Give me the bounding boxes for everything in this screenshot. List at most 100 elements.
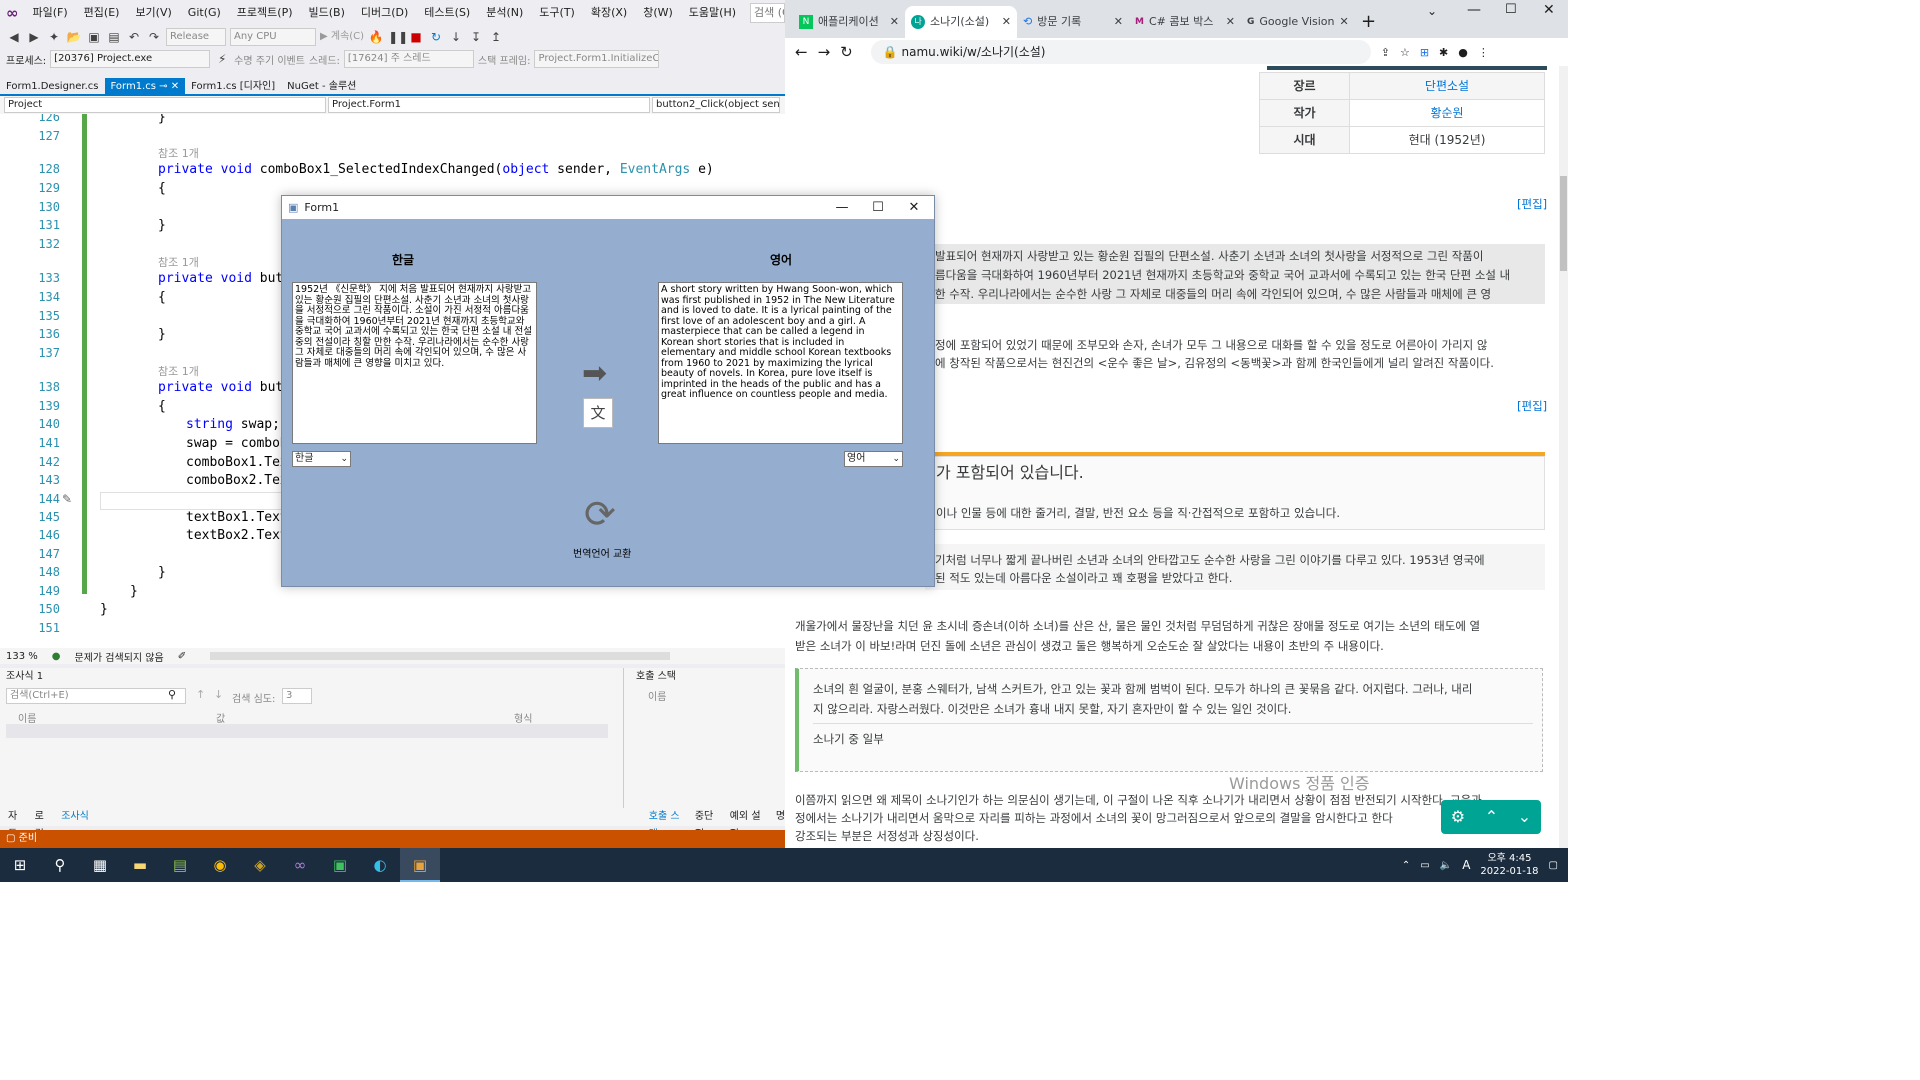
form1-app-icon[interactable]: ▣ <box>400 848 440 882</box>
search-depth-combo[interactable]: 3 <box>282 688 312 704</box>
browser-tab-active[interactable]: 나 소나기(소설) ✕ <box>905 6 1017 38</box>
tab-breakpoints[interactable]: 중단점 <box>695 808 720 840</box>
close-window-icon[interactable]: ✕ <box>1543 2 1555 18</box>
maximize-icon[interactable]: ☐ <box>860 196 896 219</box>
ime-indicator[interactable]: A <box>1462 858 1470 872</box>
open-folder-icon[interactable]: 📂 <box>66 29 82 45</box>
menu-file[interactable]: 파일(F) <box>25 0 76 26</box>
close-tab-icon[interactable]: ✕ <box>1114 6 1123 38</box>
forward-icon[interactable]: ▶ <box>26 29 42 45</box>
scrollbar-thumb[interactable] <box>1560 176 1567 271</box>
minimize-icon[interactable]: — <box>1467 2 1481 18</box>
close-tab-icon[interactable]: ✕ <box>1340 6 1349 38</box>
scroll-bottom-icon[interactable]: ⌄ <box>1518 807 1531 827</box>
new-tab-icon[interactable]: + <box>1353 6 1384 38</box>
menu-project[interactable]: 프로젝트(P) <box>229 0 301 26</box>
close-icon[interactable]: ✕ <box>896 196 932 219</box>
step-out-icon[interactable]: ↥ <box>488 29 504 45</box>
pin-icon[interactable]: ⊸ <box>159 81 167 92</box>
tab-exception-settings[interactable]: 예외 설정 <box>730 808 766 840</box>
col-type-header[interactable]: 형식 <box>514 710 532 725</box>
codelens-references[interactable]: 참조 1개 <box>158 254 199 270</box>
browser-tab[interactable]: G Google Vision ✕ <box>1241 6 1353 38</box>
continue-button[interactable]: ▶ 계속(C) <box>320 29 364 45</box>
vs-search-box[interactable]: 검색 (Ctrl+Q) <box>750 3 785 23</box>
lifecycle-label[interactable]: 수명 주기 이벤트 <box>234 52 305 67</box>
menu-help[interactable]: 도움말(H) <box>681 0 744 26</box>
reload-icon[interactable]: ↻ <box>840 43 853 61</box>
swap-language-button[interactable]: ⟳ <box>584 492 616 536</box>
tab-form1-designer-cs[interactable]: Form1.Designer.cs <box>0 78 105 94</box>
browser-tab[interactable]: M C# 콤보 박스 ✕ <box>1129 6 1241 38</box>
kakaotalk-app-icon[interactable]: ▣ <box>320 848 360 882</box>
horizontal-scrollbar[interactable] <box>210 652 671 660</box>
tab-nuget[interactable]: NuGet - 솔루션 <box>281 78 362 94</box>
type-nav-combo[interactable]: Project.Form1 <box>328 97 650 113</box>
stop-icon[interactable]: ■ <box>408 29 424 45</box>
browser-tab[interactable]: N 애플리케이션 ✕ <box>793 6 905 38</box>
save-icon[interactable]: ▣ <box>86 29 102 45</box>
menu-view[interactable]: 보기(V) <box>127 0 179 26</box>
search-down-icon[interactable]: ↓ <box>214 688 223 701</box>
tab-form1-cs[interactable]: Form1.cs ⊸ ✕ <box>104 78 186 94</box>
search-icon[interactable]: ⚲ <box>168 688 176 701</box>
windows-start-icon[interactable]: ⊞ <box>0 848 40 882</box>
bookmark-star-icon[interactable]: ☆ <box>1400 46 1410 59</box>
profile-avatar-icon[interactable]: ● <box>1458 46 1468 59</box>
platform-combo[interactable]: Any CPU <box>230 28 316 46</box>
menu-analyze[interactable]: 분석(N) <box>478 0 531 26</box>
search-icon[interactable]: ⚲ <box>40 848 80 882</box>
lifecycle-icon[interactable]: ⚡ <box>214 51 230 67</box>
settings-gear-icon[interactable]: ⚙ <box>1451 807 1465 827</box>
tab-locals[interactable]: 로컬 <box>35 808 52 840</box>
minimize-icon[interactable]: — <box>824 196 860 219</box>
step-into-icon[interactable]: ↧ <box>468 29 484 45</box>
search-up-icon[interactable]: ↑ <box>196 688 205 701</box>
close-tab-icon[interactable]: ✕ <box>890 6 899 38</box>
watch-empty-row[interactable] <box>6 724 608 738</box>
notification-icon[interactable]: ▢ <box>1549 860 1558 871</box>
col-value-header[interactable]: 값 <box>216 710 225 725</box>
forward-arrow-icon[interactable]: → <box>818 43 831 61</box>
scroll-top-icon[interactable]: ⌃ <box>1485 807 1498 827</box>
source-language-combo[interactable]: 한글 ⌄ <box>292 451 351 467</box>
target-language-combo[interactable]: 영어 ⌄ <box>844 451 903 467</box>
share-icon[interactable]: ⇪ <box>1381 46 1390 59</box>
menu-window[interactable]: 창(W) <box>635 0 681 26</box>
call-stack-col-name[interactable]: 이름 <box>648 688 666 703</box>
tab-autos[interactable]: 자동 <box>8 808 25 840</box>
edit-section-link[interactable]: [편집] <box>1517 194 1547 214</box>
thread-combo[interactable]: [17624] 주 스레드 <box>343 50 474 68</box>
menu-build[interactable]: 빌드(B) <box>301 0 353 26</box>
step-over-icon[interactable]: ↓ <box>448 29 464 45</box>
tab-watch1[interactable]: 조사식 1 <box>61 808 95 840</box>
tab-more[interactable]: 명 <box>776 808 785 826</box>
tab-search-icon[interactable]: ⌄ <box>1427 4 1437 18</box>
save-all-icon[interactable]: ▤ <box>106 29 122 45</box>
tab-call-stack[interactable]: 호출 스택 <box>649 808 685 840</box>
close-tab-icon[interactable]: ✕ <box>1226 6 1235 38</box>
codelens-references[interactable]: 참조 1개 <box>158 145 199 161</box>
menu-tools[interactable]: 도구(T) <box>531 0 583 26</box>
address-bar[interactable]: 🔒 namu.wiki/w/소나기(소설) <box>870 40 1371 64</box>
zoom-combo[interactable]: 133 % <box>6 651 38 662</box>
brush-icon[interactable]: ✐ <box>178 651 186 662</box>
stackframe-combo[interactable]: Project.Form1.InitializeCom <box>534 50 660 68</box>
notepad-icon[interactable]: ▤ <box>160 848 200 882</box>
codelens-references[interactable]: 참조 1개 <box>158 363 199 379</box>
infobox-value-link[interactable]: 단편소설 <box>1349 72 1545 100</box>
menu-git[interactable]: Git(G) <box>180 0 229 26</box>
calculator-icon[interactable]: ▦ <box>80 848 120 882</box>
page-scrollbar[interactable] <box>1559 66 1568 848</box>
configuration-combo[interactable]: Release <box>166 28 226 46</box>
target-textbox[interactable]: A short story written by Hwang Soon-won,… <box>658 282 903 444</box>
undo-icon[interactable]: ↶ <box>126 29 142 45</box>
infobox-value-link[interactable]: 황순원 <box>1349 99 1545 127</box>
quick-actions-icon[interactable]: ✎ <box>62 492 72 506</box>
chrome-icon[interactable]: ◉ <box>200 848 240 882</box>
back-icon[interactable]: ◀ <box>6 29 22 45</box>
close-tab-icon[interactable]: ✕ <box>1002 6 1011 38</box>
project-nav-combo[interactable]: Project <box>4 97 326 113</box>
col-name-header[interactable]: 이름 <box>18 710 36 725</box>
edge-icon[interactable]: ◐ <box>360 848 400 882</box>
